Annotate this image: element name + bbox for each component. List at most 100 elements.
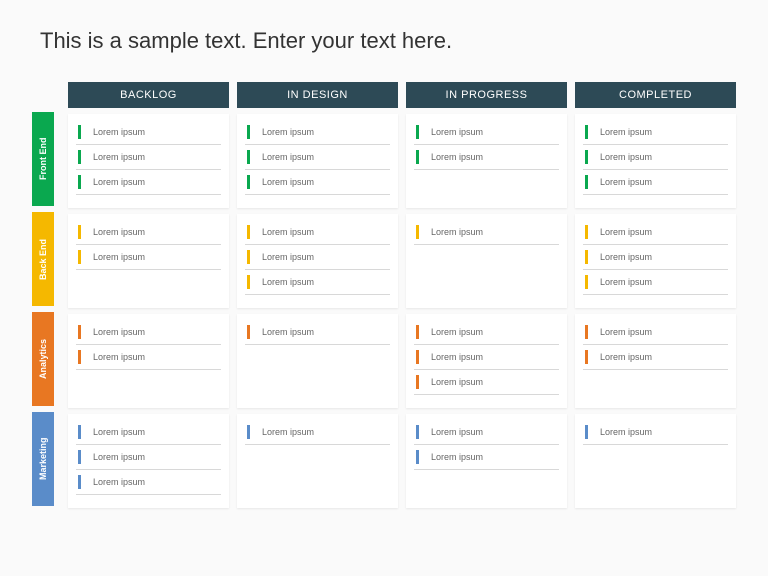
card-text: Lorem ipsum: [262, 152, 314, 162]
card-text: Lorem ipsum: [431, 327, 483, 337]
card[interactable]: Lorem ipsum: [414, 370, 559, 395]
cell: Lorem ipsum Lorem ipsum: [68, 214, 229, 308]
card-color-tick: [247, 225, 250, 239]
card[interactable]: Lorem ipsum: [583, 120, 728, 145]
card-text: Lorem ipsum: [93, 127, 145, 137]
card-color-tick: [585, 425, 588, 439]
card-color-tick: [247, 425, 250, 439]
card[interactable]: Lorem ipsum: [76, 420, 221, 445]
row-labels: Front EndBack EndAnalyticsMarketing: [32, 112, 54, 508]
card-text: Lorem ipsum: [431, 152, 483, 162]
card-color-tick: [78, 350, 81, 364]
card-text: Lorem ipsum: [262, 227, 314, 237]
card-text: Lorem ipsum: [431, 227, 483, 237]
card-color-tick: [585, 325, 588, 339]
card[interactable]: Lorem ipsum: [76, 170, 221, 195]
card[interactable]: Lorem ipsum: [414, 445, 559, 470]
card-color-tick: [416, 125, 419, 139]
column-in-design: IN DESIGNLorem ipsumLorem ipsumLorem ips…: [237, 82, 398, 508]
card[interactable]: Lorem ipsum: [414, 220, 559, 245]
card[interactable]: Lorem ipsum: [245, 220, 390, 245]
card[interactable]: Lorem ipsum: [583, 245, 728, 270]
card-color-tick: [78, 450, 81, 464]
cell: Lorem ipsum: [237, 414, 398, 508]
cell: Lorem ipsum: [575, 414, 736, 508]
card-color-tick: [585, 175, 588, 189]
card-color-tick: [416, 450, 419, 464]
column-header: COMPLETED: [575, 82, 736, 108]
card-text: Lorem ipsum: [431, 427, 483, 437]
card-color-tick: [416, 375, 419, 389]
cell: Lorem ipsum Lorem ipsum: [68, 314, 229, 408]
card[interactable]: Lorem ipsum: [414, 420, 559, 445]
card[interactable]: Lorem ipsum: [245, 245, 390, 270]
card[interactable]: Lorem ipsum: [245, 120, 390, 145]
card-text: Lorem ipsum: [93, 227, 145, 237]
card-color-tick: [416, 350, 419, 364]
card-color-tick: [416, 225, 419, 239]
column-completed: COMPLETEDLorem ipsumLorem ipsumLorem ips…: [575, 82, 736, 508]
columns: BACKLOGLorem ipsumLorem ipsumLorem ipsum…: [68, 82, 736, 508]
card-color-tick: [78, 125, 81, 139]
card[interactable]: Lorem ipsum: [76, 120, 221, 145]
card-text: Lorem ipsum: [93, 427, 145, 437]
card[interactable]: Lorem ipsum: [583, 345, 728, 370]
card[interactable]: Lorem ipsum: [414, 320, 559, 345]
card-text: Lorem ipsum: [93, 177, 145, 187]
card-color-tick: [247, 125, 250, 139]
card-text: Lorem ipsum: [600, 127, 652, 137]
cell: Lorem ipsum Lorem ipsum Lorem ipsum: [68, 414, 229, 508]
card-color-tick: [247, 325, 250, 339]
cell: Lorem ipsum Lorem ipsum: [575, 314, 736, 408]
card[interactable]: Lorem ipsum: [583, 220, 728, 245]
cell: Lorem ipsum Lorem ipsum: [406, 414, 567, 508]
card[interactable]: Lorem ipsum: [76, 345, 221, 370]
card[interactable]: Lorem ipsum: [583, 170, 728, 195]
card[interactable]: Lorem ipsum: [76, 470, 221, 495]
card[interactable]: Lorem ipsum: [414, 120, 559, 145]
card-text: Lorem ipsum: [262, 427, 314, 437]
card-color-tick: [78, 250, 81, 264]
card-color-tick: [78, 175, 81, 189]
card-text: Lorem ipsum: [600, 252, 652, 262]
card-text: Lorem ipsum: [93, 327, 145, 337]
row-label-back-end: Back End: [32, 212, 54, 306]
card[interactable]: Lorem ipsum: [245, 420, 390, 445]
card-color-tick: [585, 250, 588, 264]
card[interactable]: Lorem ipsum: [583, 420, 728, 445]
card[interactable]: Lorem ipsum: [76, 445, 221, 470]
card-text: Lorem ipsum: [262, 177, 314, 187]
card[interactable]: Lorem ipsum: [76, 145, 221, 170]
card[interactable]: Lorem ipsum: [76, 320, 221, 345]
card-color-tick: [585, 150, 588, 164]
cell: Lorem ipsum Lorem ipsum Lorem ipsum: [575, 114, 736, 208]
card-color-tick: [416, 325, 419, 339]
card-text: Lorem ipsum: [93, 152, 145, 162]
card-text: Lorem ipsum: [600, 427, 652, 437]
card[interactable]: Lorem ipsum: [583, 270, 728, 295]
card[interactable]: Lorem ipsum: [414, 345, 559, 370]
card[interactable]: Lorem ipsum: [414, 145, 559, 170]
card-text: Lorem ipsum: [600, 327, 652, 337]
row-label-front-end: Front End: [32, 112, 54, 206]
card-text: Lorem ipsum: [93, 477, 145, 487]
card[interactable]: Lorem ipsum: [245, 145, 390, 170]
card[interactable]: Lorem ipsum: [583, 145, 728, 170]
card-text: Lorem ipsum: [93, 452, 145, 462]
card-text: Lorem ipsum: [93, 352, 145, 362]
card[interactable]: Lorem ipsum: [76, 245, 221, 270]
card-text: Lorem ipsum: [431, 352, 483, 362]
card[interactable]: Lorem ipsum: [583, 320, 728, 345]
column-cells: Lorem ipsumLorem ipsumLorem ipsumLorem i…: [406, 114, 567, 508]
cell: Lorem ipsum Lorem ipsum Lorem ipsum: [406, 314, 567, 408]
card-color-tick: [247, 275, 250, 289]
card-color-tick: [78, 475, 81, 489]
card[interactable]: Lorem ipsum: [76, 220, 221, 245]
card[interactable]: Lorem ipsum: [245, 320, 390, 345]
card[interactable]: Lorem ipsum: [245, 270, 390, 295]
card-color-tick: [416, 425, 419, 439]
cell: Lorem ipsum Lorem ipsum Lorem ipsum: [575, 214, 736, 308]
card-text: Lorem ipsum: [600, 177, 652, 187]
card-color-tick: [416, 150, 419, 164]
card[interactable]: Lorem ipsum: [245, 170, 390, 195]
